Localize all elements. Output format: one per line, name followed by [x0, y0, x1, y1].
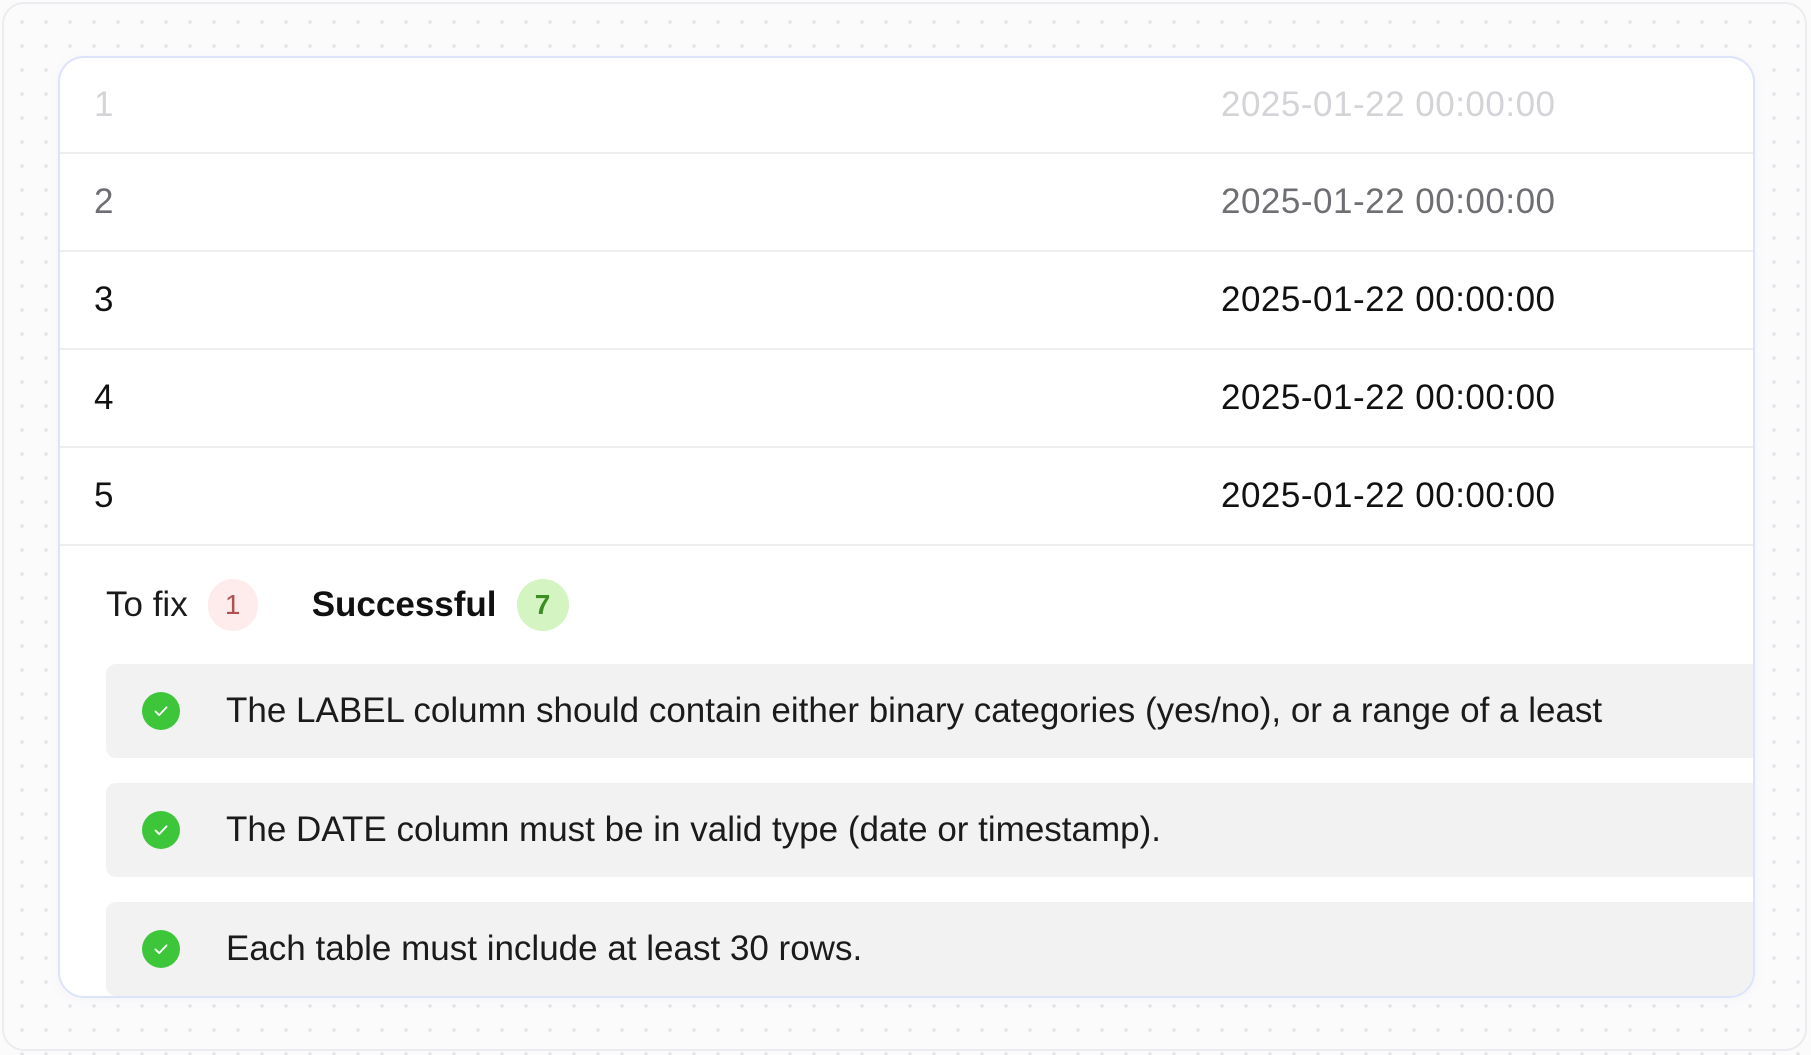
row-date-value: 2025-01-22 00:00:00	[1221, 378, 1556, 417]
check-item-row-count: Each table must include at least 30 rows…	[106, 902, 1753, 996]
table-row: 5 2025-01-22 00:00:00	[60, 448, 1753, 546]
row-date-value: 2025-01-22 00:00:00	[1221, 280, 1556, 319]
check-item-text: The LABEL column should contain either b…	[226, 691, 1603, 730]
check-item-date-column: The DATE column must be in valid type (d…	[106, 783, 1753, 877]
table-row: 2 2025-01-22 00:00:00	[60, 154, 1753, 252]
tab-to-fix-label: To fix	[106, 585, 188, 624]
row-date-value: 2025-01-22 00:00:00	[1221, 182, 1556, 221]
results-tabs: To fix 1 Successful 7	[106, 576, 569, 634]
validation-check-list: The LABEL column should contain either b…	[106, 664, 1753, 996]
check-item-label-column: The LABEL column should contain either b…	[106, 664, 1753, 758]
row-date-value: 2025-01-22 00:00:00	[1221, 476, 1556, 515]
row-index: 1	[94, 85, 114, 124]
check-item-text: Each table must include at least 30 rows…	[226, 929, 863, 968]
successful-count-badge: 7	[516, 579, 569, 631]
check-item-text: The DATE column must be in valid type (d…	[226, 810, 1161, 849]
check-circle-icon	[142, 811, 180, 849]
table-row: 1 2025-01-22 00:00:00	[60, 58, 1753, 154]
row-index: 4	[94, 378, 114, 417]
row-date-value: 2025-01-22 00:00:00	[1221, 85, 1556, 124]
table-row: 4 2025-01-22 00:00:00	[60, 350, 1753, 448]
row-index: 3	[94, 280, 114, 319]
data-preview-table: 1 2025-01-22 00:00:00 2 2025-01-22 00:00…	[60, 58, 1753, 546]
validation-card: 1 2025-01-22 00:00:00 2 2025-01-22 00:00…	[58, 56, 1755, 998]
row-index: 5	[94, 476, 114, 515]
row-index: 2	[94, 182, 114, 221]
to-fix-count-badge: 1	[207, 579, 258, 631]
check-circle-icon	[142, 930, 180, 968]
tab-successful[interactable]: Successful 7	[312, 579, 569, 631]
check-circle-icon	[142, 692, 180, 730]
table-row: 3 2025-01-22 00:00:00	[60, 252, 1753, 350]
tab-successful-label: Successful	[311, 585, 497, 624]
tab-to-fix[interactable]: To fix 1	[106, 579, 258, 631]
